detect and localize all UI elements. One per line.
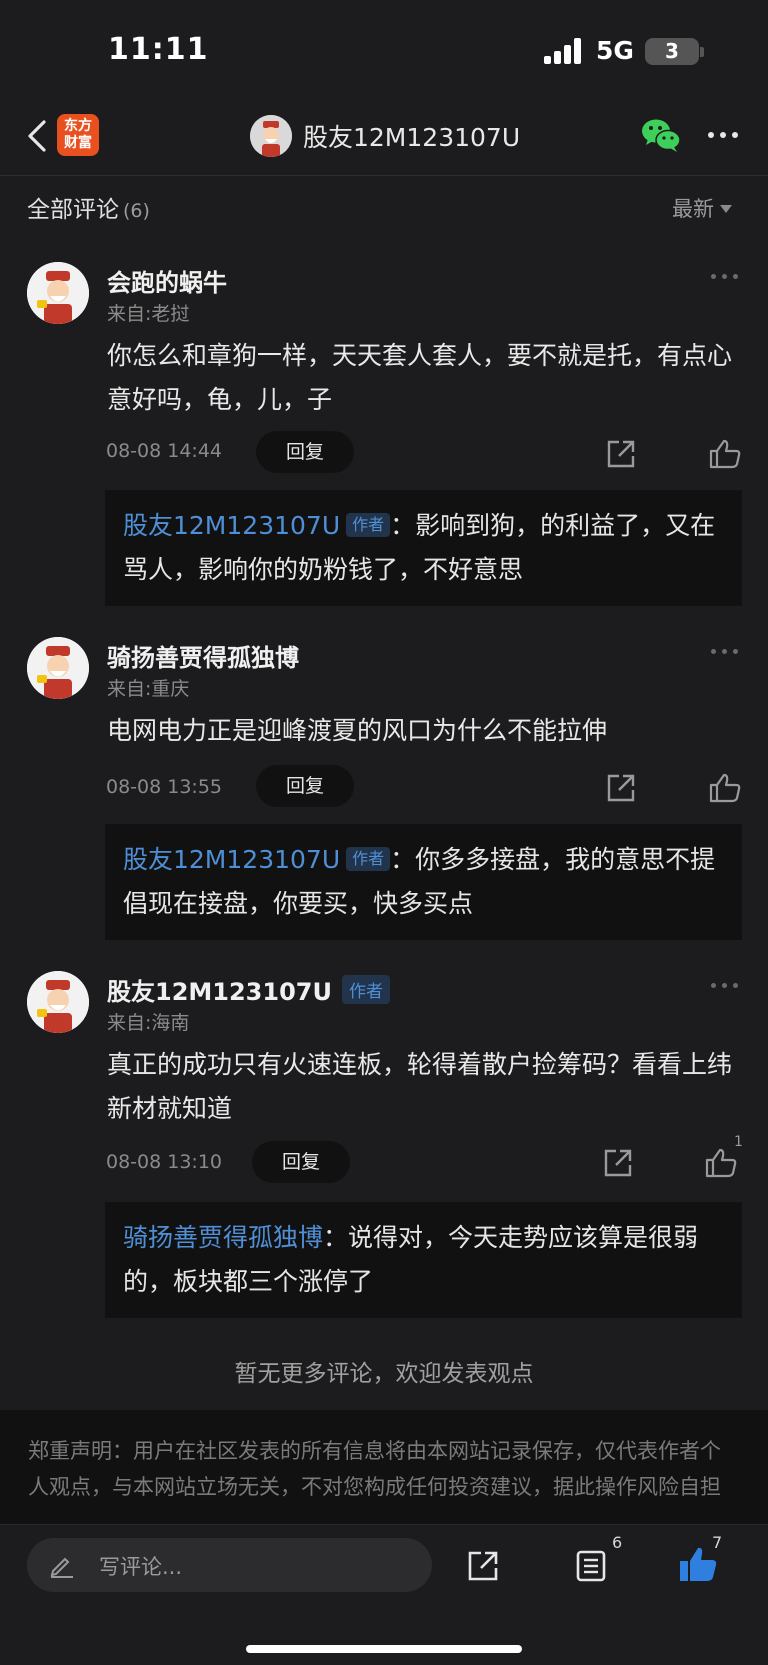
more-icon[interactable] (711, 274, 739, 282)
comment-source: 来自:重庆 (107, 678, 190, 700)
comment-author[interactable]: 股友12M123107U 作者 (107, 972, 390, 1007)
more-icon[interactable] (711, 649, 739, 657)
like-icon[interactable] (704, 1147, 738, 1179)
avatar[interactable] (27, 971, 89, 1033)
comment-time: 08-08 13:55 (106, 776, 223, 798)
comment-text: 你怎么和章狗一样，天天套人套人，要不就是托，有点心意好吗，龟，儿，子 (107, 341, 733, 414)
comments-list-icon[interactable] (574, 1549, 608, 1583)
reply-author[interactable]: 股友12M123107U (123, 511, 340, 540)
reply-box: 股友12M123107U 作者 ：影响到狗，的利益了，又在骂人，影响你的奶粉钱了，不… (105, 490, 742, 606)
bottom-bar: 写评论... 6 7 (0, 1524, 768, 1665)
signal-icon (544, 38, 584, 64)
author-badge: 作者 (346, 513, 391, 537)
comment-author-name: 股友12M123107U (107, 978, 332, 1006)
comments-count: (6) (123, 200, 150, 222)
reply-button[interactable]: 回复 (252, 1141, 350, 1183)
app-logo-line2: 财富 (64, 135, 92, 151)
app-logo-line1: 东方 (64, 118, 92, 134)
status-bar: 11:11 5G 3 (0, 0, 768, 100)
comment-input[interactable]: 写评论... (27, 1538, 432, 1592)
avatar[interactable] (27, 637, 89, 699)
back-icon[interactable] (22, 114, 58, 158)
comment-text: 电网电力正是迎峰渡夏的风口为什么不能拉伸 (107, 716, 608, 745)
reply-button[interactable]: 回复 (256, 431, 354, 473)
reply-separator: ： (323, 1223, 349, 1252)
reply-separator: ： (390, 845, 416, 874)
more-icon[interactable] (711, 983, 739, 991)
comment-time: 08-08 13:10 (106, 1151, 223, 1173)
caishen-avatar-icon (27, 262, 89, 324)
comment-author-name: 会跑的蜗牛 (107, 269, 227, 297)
reply-button[interactable]: 回复 (256, 765, 354, 807)
battery-tip (700, 47, 704, 57)
share-icon[interactable] (605, 772, 637, 804)
user-avatar[interactable] (250, 115, 292, 157)
pen-icon (50, 1557, 73, 1578)
reply-separator: ： (390, 511, 416, 540)
app-logo[interactable]: 东方 财富 (57, 114, 99, 156)
caishen-avatar-icon (27, 971, 89, 1033)
like-icon[interactable] (708, 438, 742, 470)
share-icon[interactable] (466, 1549, 500, 1583)
disclaimer: 郑重声明：用户在社区发表的所有信息将由本网站记录保存，仅代表作者个人观点，与本网… (0, 1410, 768, 1524)
comments-header: 全部评论 (6) (27, 190, 150, 224)
author-badge: 作者 (346, 847, 391, 871)
comments-count-badge: 6 (612, 1533, 623, 1552)
reply-box: 股友12M123107U 作者 ：你多多接盘，我的意思不提倡现在接盘，你要买，快多买… (105, 824, 742, 940)
comment-input-placeholder: 写评论... (99, 1555, 183, 1579)
like-count: 1 (734, 1134, 743, 1150)
sort-select[interactable]: 最新 (672, 193, 732, 223)
comment-author-name: 骑扬善贾得孤独博 (107, 644, 299, 672)
comment-author[interactable]: 会跑的蜗牛 (107, 263, 227, 298)
like-icon[interactable] (708, 772, 742, 804)
caishen-avatar-icon (250, 115, 292, 157)
comments-label: 全部评论 (27, 197, 119, 223)
nav-title[interactable]: 股友12M123107U (303, 118, 520, 154)
like-count-badge: 7 (712, 1533, 723, 1552)
share-icon[interactable] (605, 438, 637, 470)
network-type: 5G (596, 36, 634, 65)
author-badge: 作者 (341, 975, 390, 1004)
wechat-icon[interactable] (640, 116, 682, 154)
share-icon[interactable] (602, 1147, 634, 1179)
comment-time: 08-08 14:44 (106, 440, 223, 462)
no-more-comments: 暂无更多评论，欢迎发表观点 (234, 1361, 534, 1387)
chevron-down-icon (720, 205, 732, 213)
home-indicator[interactable] (246, 1645, 522, 1653)
sort-label: 最新 (672, 197, 714, 221)
reply-author[interactable]: 股友12M123107U (123, 845, 340, 874)
comment-source: 来自:海南 (107, 1012, 190, 1034)
battery-level: 3 (665, 39, 679, 63)
comment-text: 真正的成功只有火速连板，轮得着散户捡筹码？看看上纬新材就知道 (107, 1050, 733, 1123)
status-time: 11:11 (108, 32, 209, 67)
nav-bar: 东方 财富 股友12M123107U (0, 100, 768, 176)
battery-icon: 3 (645, 38, 699, 65)
comment-source: 来自:老挝 (107, 303, 190, 325)
reply-author[interactable]: 骑扬善贾得孤独博 (123, 1223, 323, 1252)
avatar[interactable] (27, 262, 89, 324)
reply-box: 骑扬善贾得孤独博：说得对，今天走势应该算是很弱的，板块都三个涨停了 (105, 1202, 742, 1318)
caishen-avatar-icon (27, 637, 89, 699)
comment-author[interactable]: 骑扬善贾得孤独博 (107, 638, 299, 673)
more-icon[interactable] (706, 122, 740, 148)
